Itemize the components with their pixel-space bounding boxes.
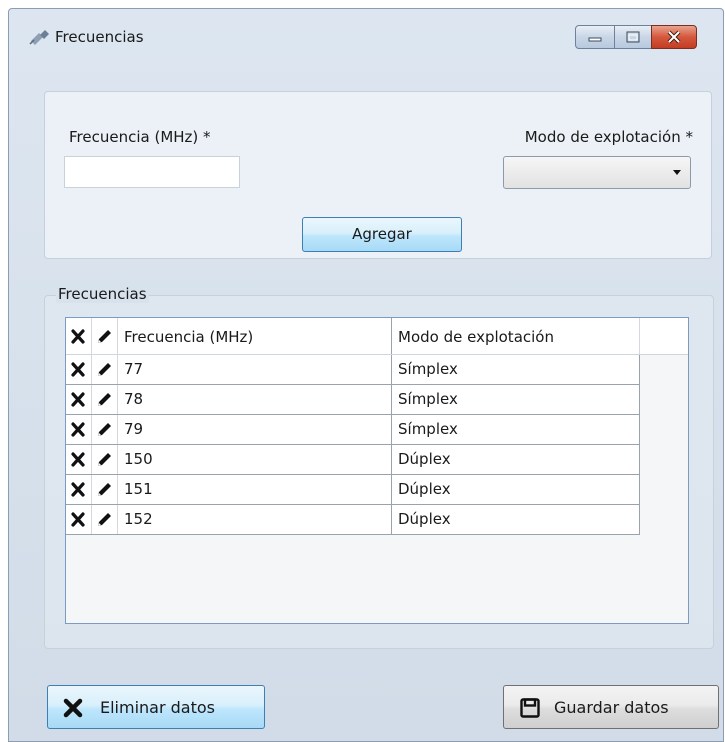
grid-header: Frecuencia (MHz) Modo de explotación	[66, 318, 688, 355]
header-filler	[640, 318, 688, 354]
delete-data-button[interactable]: Eliminar datos	[47, 685, 265, 729]
frequency-value: 152	[124, 510, 153, 528]
frequency-value: 150	[124, 450, 153, 468]
pencil-icon	[98, 393, 111, 406]
header-delete-column	[66, 318, 92, 354]
save-data-label: Guardar datos	[554, 698, 669, 717]
close-button[interactable]	[651, 25, 697, 49]
row-delete-button[interactable]	[66, 385, 92, 414]
table-row[interactable]: 78 Símplex	[66, 385, 640, 415]
mode-cell[interactable]: Símplex	[392, 385, 640, 414]
mode-value: Símplex	[398, 360, 458, 378]
minimize-button[interactable]	[575, 25, 615, 49]
mode-cell[interactable]: Dúplex	[392, 475, 640, 504]
mode-cell[interactable]: Dúplex	[392, 445, 640, 474]
delete-icon	[71, 512, 85, 527]
maximize-button[interactable]	[614, 25, 652, 49]
frequency-cell[interactable]: 77	[118, 355, 392, 384]
frequency-cell[interactable]: 79	[118, 415, 392, 444]
mode-value: Símplex	[398, 420, 458, 438]
table-row[interactable]: 152 Dúplex	[66, 505, 640, 535]
row-edit-button[interactable]	[92, 385, 118, 414]
header-edit-column	[92, 318, 118, 354]
row-delete-button[interactable]	[66, 415, 92, 444]
mode-value: Dúplex	[398, 510, 451, 528]
save-data-button[interactable]: Guardar datos	[503, 685, 719, 729]
frequency-cell[interactable]: 150	[118, 445, 392, 474]
frequency-cell[interactable]: 151	[118, 475, 392, 504]
row-delete-button[interactable]	[66, 355, 92, 384]
frequency-cell[interactable]: 78	[118, 385, 392, 414]
table-row[interactable]: 151 Dúplex	[66, 475, 640, 505]
frequency-label: Frecuencia (MHz) *	[69, 128, 211, 146]
delete-icon	[71, 452, 85, 467]
row-delete-button[interactable]	[66, 475, 92, 504]
close-icon	[667, 30, 681, 44]
frequency-value: 79	[124, 420, 144, 438]
frequency-input[interactable]	[64, 156, 240, 188]
satellite-icon	[29, 29, 51, 45]
title-bar[interactable]: Frecuencias	[9, 9, 723, 57]
chevron-down-icon	[673, 170, 681, 175]
row-delete-button[interactable]	[66, 505, 92, 534]
frequency-value: 78	[124, 390, 144, 408]
delete-icon	[71, 362, 85, 377]
mode-cell[interactable]: Símplex	[392, 355, 640, 384]
add-button[interactable]: Agregar	[302, 217, 462, 252]
frequencies-grid[interactable]: Frecuencia (MHz) Modo de explotación 77 S…	[65, 317, 689, 624]
mode-value: Dúplex	[398, 480, 451, 498]
window-title: Frecuencias	[55, 28, 144, 46]
table-row[interactable]: 79 Símplex	[66, 415, 640, 445]
row-edit-button[interactable]	[92, 505, 118, 534]
window: Frecuencias Frecuencia (MHz) * Modo de e…	[8, 8, 724, 742]
pencil-icon	[98, 483, 111, 496]
table-row[interactable]: 150 Dúplex	[66, 445, 640, 475]
frequency-value: 77	[124, 360, 144, 378]
pencil-icon	[98, 363, 111, 376]
mode-cell[interactable]: Símplex	[392, 415, 640, 444]
minimize-icon	[588, 37, 602, 42]
pencil-icon	[98, 423, 111, 436]
mode-label: Modo de explotación *	[524, 128, 693, 146]
table-row[interactable]: 77 Símplex	[66, 355, 640, 385]
row-delete-button[interactable]	[66, 445, 92, 474]
delete-data-label: Eliminar datos	[100, 698, 215, 717]
header-frequency-label: Frecuencia (MHz)	[124, 328, 254, 346]
pencil-icon	[98, 513, 111, 526]
delete-icon	[71, 392, 85, 407]
mode-cell[interactable]: Dúplex	[392, 505, 640, 534]
header-mode-label: Modo de explotación	[398, 328, 554, 346]
row-edit-button[interactable]	[92, 355, 118, 384]
delete-icon	[71, 329, 85, 344]
floppy-disk-icon	[520, 698, 540, 718]
delete-icon	[71, 482, 85, 497]
header-mode[interactable]: Modo de explotación	[392, 318, 640, 354]
x-icon	[63, 698, 83, 718]
header-frequency[interactable]: Frecuencia (MHz)	[118, 318, 392, 354]
mode-select[interactable]	[503, 156, 691, 189]
mode-value: Dúplex	[398, 450, 451, 468]
row-edit-button[interactable]	[92, 475, 118, 504]
group-title: Frecuencias	[56, 285, 149, 303]
delete-icon	[71, 422, 85, 437]
row-edit-button[interactable]	[92, 445, 118, 474]
row-edit-button[interactable]	[92, 415, 118, 444]
pencil-icon	[98, 453, 111, 466]
maximize-icon	[626, 31, 640, 43]
frequency-cell[interactable]: 152	[118, 505, 392, 534]
pencil-icon	[98, 330, 111, 343]
frequency-value: 151	[124, 480, 153, 498]
mode-value: Símplex	[398, 390, 458, 408]
entry-panel: Frecuencia (MHz) * Modo de explotación *…	[44, 91, 712, 259]
